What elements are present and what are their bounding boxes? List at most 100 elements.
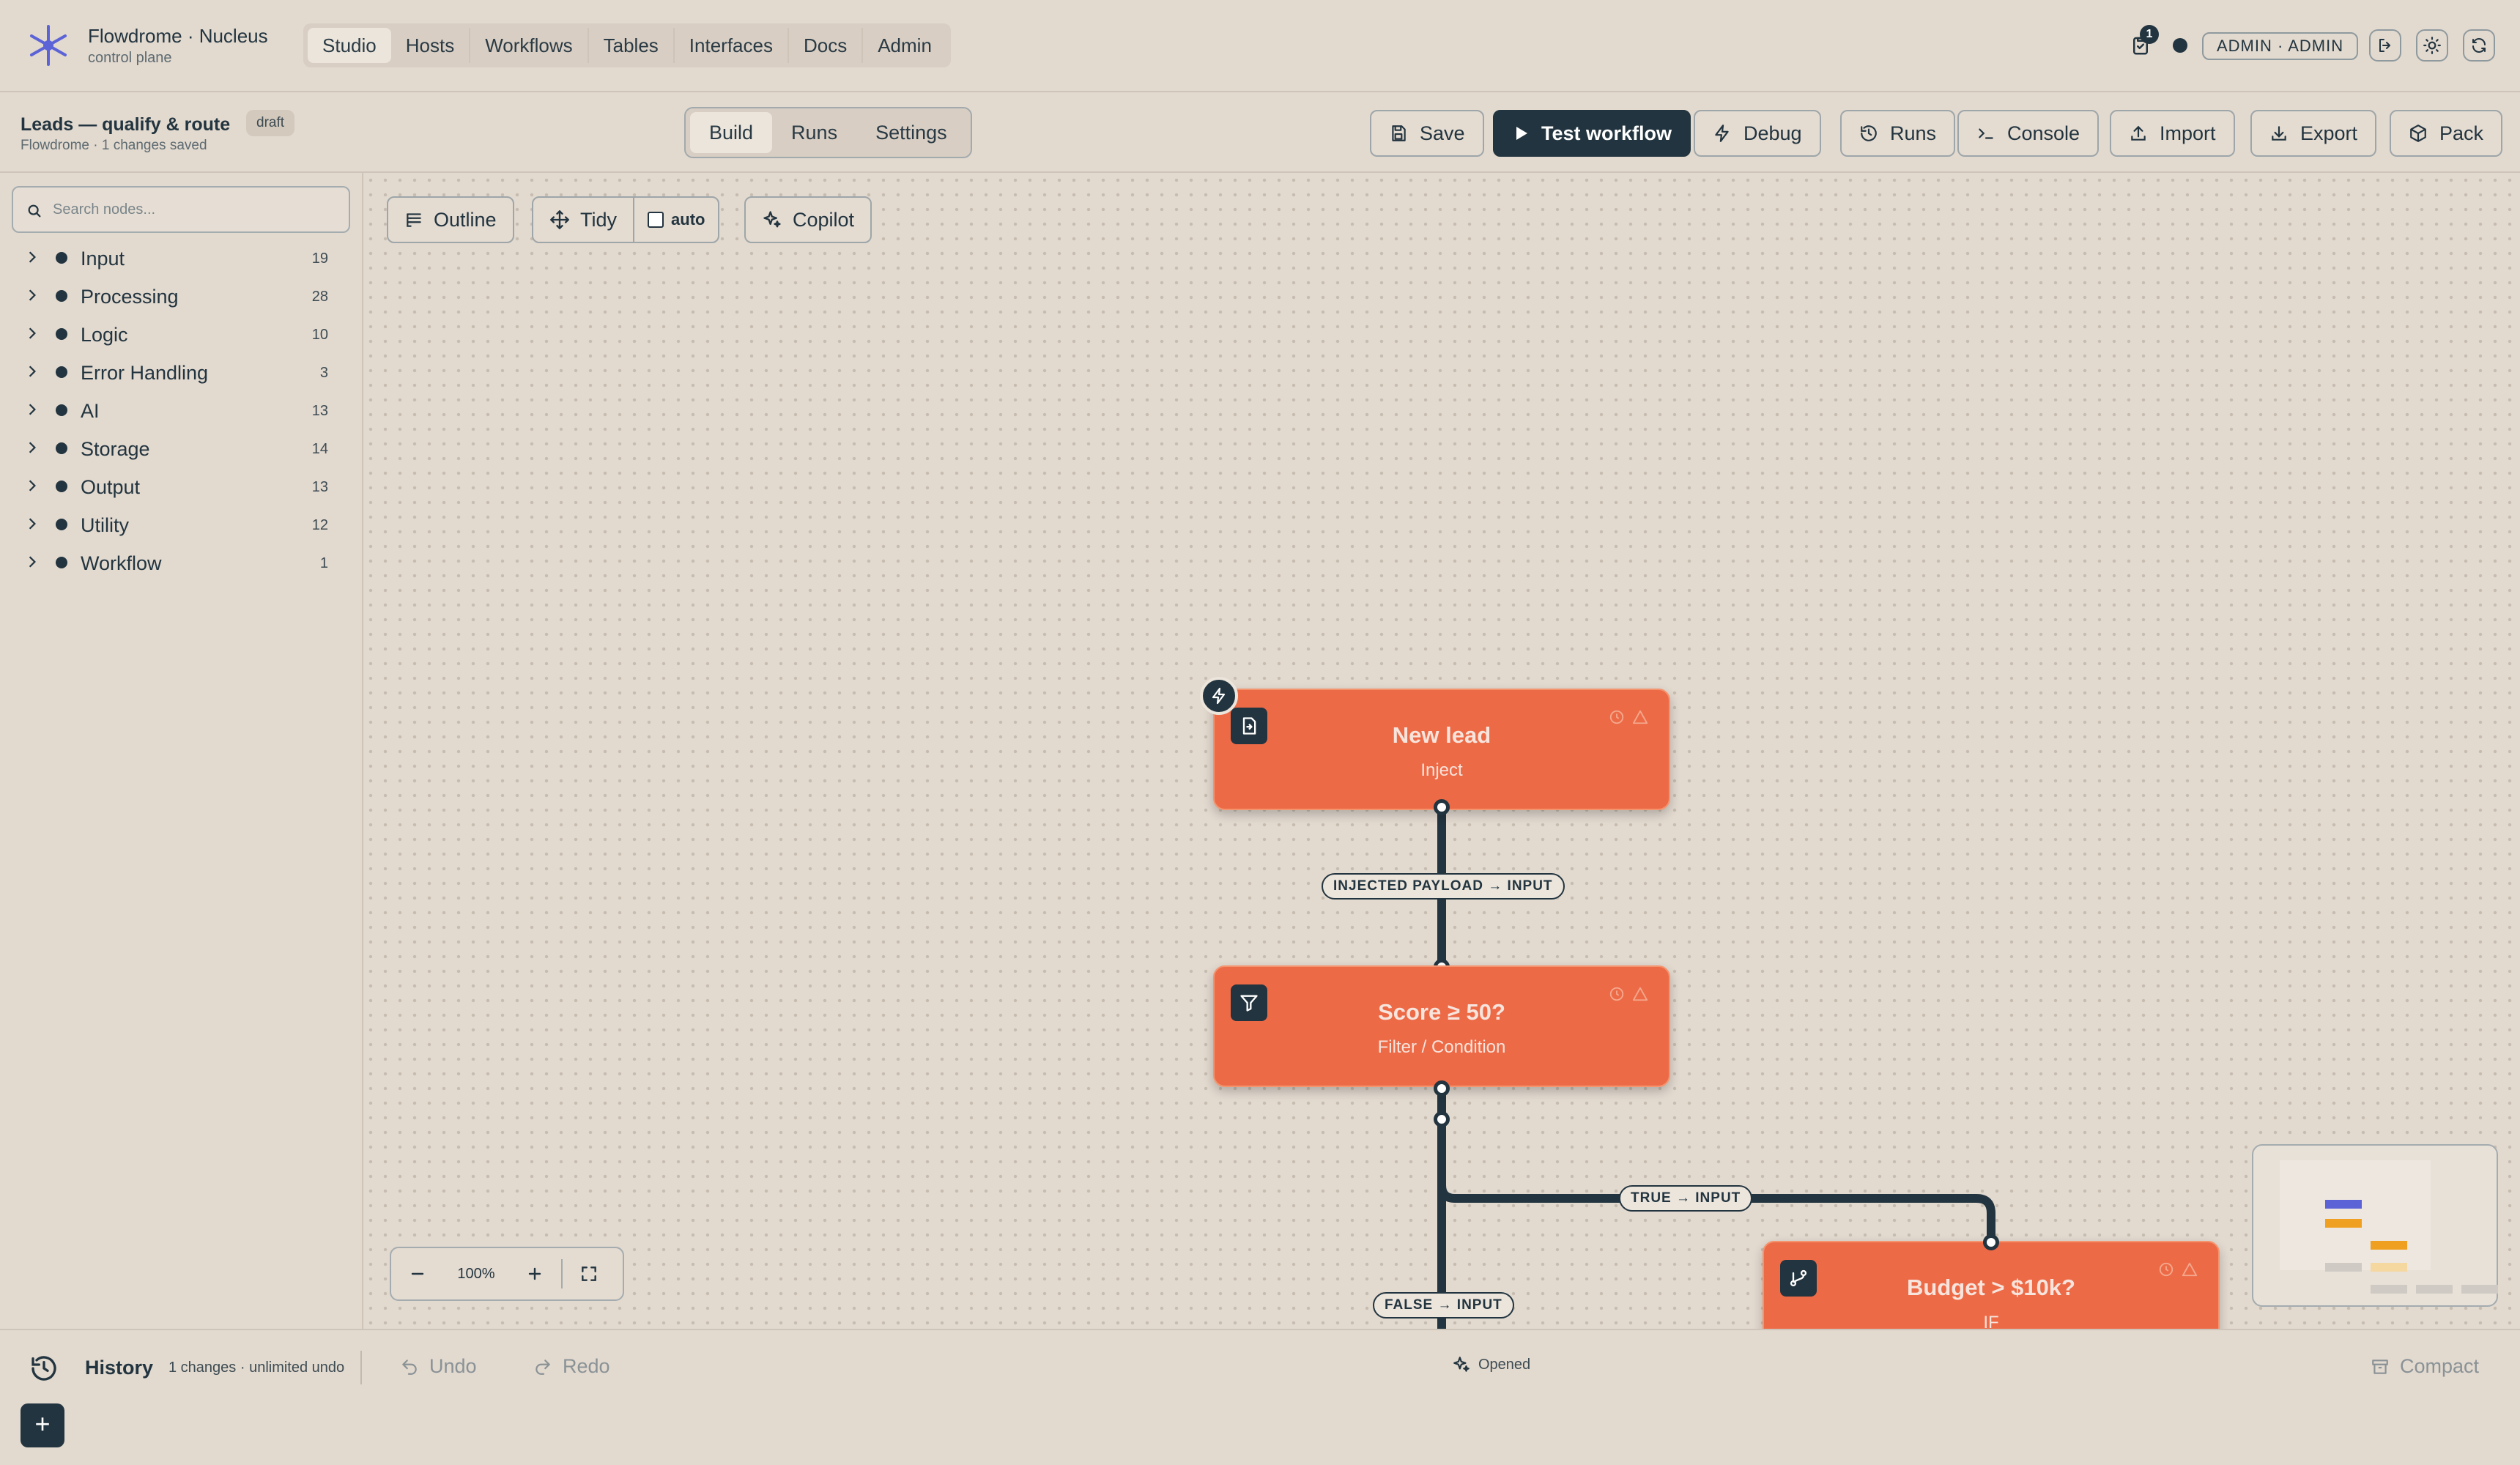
debug-button[interactable]: Debug <box>1694 110 1821 157</box>
compact-button[interactable]: Compact <box>2371 1355 2479 1378</box>
test-workflow-label: Test workflow <box>1541 122 1672 144</box>
node-type: Inject <box>1420 760 1463 780</box>
runs-label: Runs <box>1890 122 1937 144</box>
nav-tab-workflows[interactable]: Workflows <box>470 28 589 63</box>
zoom-controls: 100% <box>390 1247 624 1301</box>
category-count: 28 <box>311 289 328 305</box>
history-bar: History 1 changes · unlimited undo Undo … <box>0 1329 2520 1465</box>
node-palette: Input 19 Processing 28 Logic 10 Error Ha… <box>0 173 363 1329</box>
node-title: Budget > $10k? <box>1907 1275 2075 1300</box>
edge-label-false: FALSE → INPUT <box>1373 1292 1514 1318</box>
tab-settings[interactable]: Settings <box>856 112 966 153</box>
edge-true[interactable] <box>1437 1077 1995 1247</box>
category-label: AI <box>81 400 100 422</box>
workflow-canvas[interactable]: Outline Tidy auto Copilot New lead Injec… <box>363 173 2520 1329</box>
top-bar: Flowdrome · Nucleus control plane Studio… <box>0 0 2520 92</box>
search-box <box>12 186 350 233</box>
workflow-title[interactable]: Leads — qualify & route <box>21 114 230 136</box>
node-budget-if[interactable]: Budget > $10k? IF <box>1763 1241 2220 1329</box>
fit-view-button[interactable] <box>563 1248 615 1299</box>
pack-button[interactable]: Pack <box>2390 110 2503 157</box>
refresh-icon <box>2472 38 2486 53</box>
category-logic[interactable]: Logic 10 <box>0 315 362 352</box>
compact-label: Compact <box>2400 1355 2480 1377</box>
history-status-label: Opened <box>1478 1356 1531 1373</box>
console-button[interactable]: Console <box>1957 110 2100 157</box>
output-port[interactable] <box>1434 799 1450 815</box>
category-error-handling[interactable]: Error Handling 3 <box>0 353 362 390</box>
category-count: 19 <box>311 251 328 267</box>
nav-tab-studio[interactable]: Studio <box>308 28 391 63</box>
category-ai[interactable]: AI 13 <box>0 391 362 428</box>
tab-runs[interactable]: Runs <box>772 112 856 153</box>
fullscreen-icon <box>582 1266 596 1281</box>
edge-label-true: TRUE → INPUT <box>1619 1185 1753 1212</box>
archive-icon <box>2372 1359 2388 1374</box>
clock-icon <box>1609 987 1624 1001</box>
sparkles-icon <box>1453 1357 1470 1372</box>
nav-tab-admin[interactable]: Admin <box>863 28 946 63</box>
chevron-right-icon <box>29 442 36 453</box>
category-output[interactable]: Output 13 <box>0 467 362 504</box>
logo-icon <box>30 25 67 66</box>
chevron-right-icon <box>29 327 36 339</box>
category-workflow[interactable]: Workflow 1 <box>0 544 362 580</box>
category-dot <box>56 519 67 530</box>
export-label: Export <box>2300 122 2358 144</box>
trigger-bolt-icon[interactable] <box>1200 677 1238 715</box>
undo-label: Undo <box>429 1355 477 1377</box>
nav-tab-interfaces[interactable]: Interfaces <box>675 28 789 63</box>
play-icon <box>1516 127 1527 140</box>
minimap[interactable] <box>2252 1144 2498 1307</box>
redo-button[interactable]: Redo <box>533 1355 610 1378</box>
test-workflow-button[interactable]: Test workflow <box>1493 110 1691 157</box>
nav-tab-hosts[interactable]: Hosts <box>391 28 471 63</box>
category-dot <box>56 442 67 454</box>
input-port[interactable] <box>1983 1234 1999 1250</box>
undo-button[interactable]: Undo <box>400 1355 477 1378</box>
logout-button[interactable] <box>2369 29 2401 62</box>
category-label: Input <box>81 248 125 270</box>
zoom-in-button[interactable] <box>508 1248 561 1299</box>
runs-button[interactable]: Runs <box>1840 110 1956 157</box>
history-status: Opened <box>1452 1355 1530 1374</box>
search-input[interactable] <box>53 196 338 223</box>
category-label: Storage <box>81 438 150 460</box>
category-storage[interactable]: Storage 14 <box>0 429 362 466</box>
node-score-filter[interactable]: Score ≥ 50? Filter / Condition <box>1213 965 1670 1087</box>
category-count: 12 <box>311 517 328 533</box>
node-flags <box>1609 986 1648 1002</box>
redo-label: Redo <box>563 1355 610 1377</box>
chevron-right-icon <box>29 251 36 263</box>
terminal-icon <box>1979 128 1993 139</box>
category-count: 13 <box>311 479 328 495</box>
export-button[interactable]: Export <box>2250 110 2377 157</box>
save-button[interactable]: Save <box>1370 110 1484 157</box>
nav-tab-docs[interactable]: Docs <box>789 28 864 63</box>
node-new-lead[interactable]: New lead Inject <box>1213 689 1670 810</box>
category-label: Logic <box>81 324 128 346</box>
undo-icon <box>402 1359 417 1375</box>
category-dot <box>56 328 67 340</box>
output-port-true[interactable] <box>1434 1080 1450 1097</box>
category-dot <box>56 366 67 378</box>
category-utility[interactable]: Utility 12 <box>0 505 362 542</box>
status-dot <box>2173 38 2187 53</box>
nav-tab-tables[interactable]: Tables <box>589 28 675 63</box>
category-input[interactable]: Input 19 <box>0 239 362 275</box>
category-dot <box>56 557 67 568</box>
warning-icon <box>1632 710 1648 724</box>
category-processing[interactable]: Processing 28 <box>0 277 362 314</box>
workflow-bar: Leads — qualify & route draft Flowdrome … <box>0 92 2520 173</box>
refresh-button[interactable] <box>2463 29 2495 62</box>
add-node-button[interactable]: + <box>21 1403 64 1447</box>
theme-toggle-button[interactable] <box>2416 29 2448 62</box>
import-button[interactable]: Import <box>2110 110 2235 157</box>
tab-build[interactable]: Build <box>690 112 773 153</box>
main-nav: Studio Hosts Workflows Tables Interfaces… <box>303 23 951 67</box>
user-menu[interactable]: ADMIN · ADMIN <box>2202 32 2359 60</box>
zoom-out-button[interactable] <box>391 1248 444 1299</box>
node-type: IF <box>1983 1313 1999 1329</box>
chevron-right-icon <box>29 404 36 415</box>
output-port-false[interactable] <box>1434 1111 1450 1127</box>
